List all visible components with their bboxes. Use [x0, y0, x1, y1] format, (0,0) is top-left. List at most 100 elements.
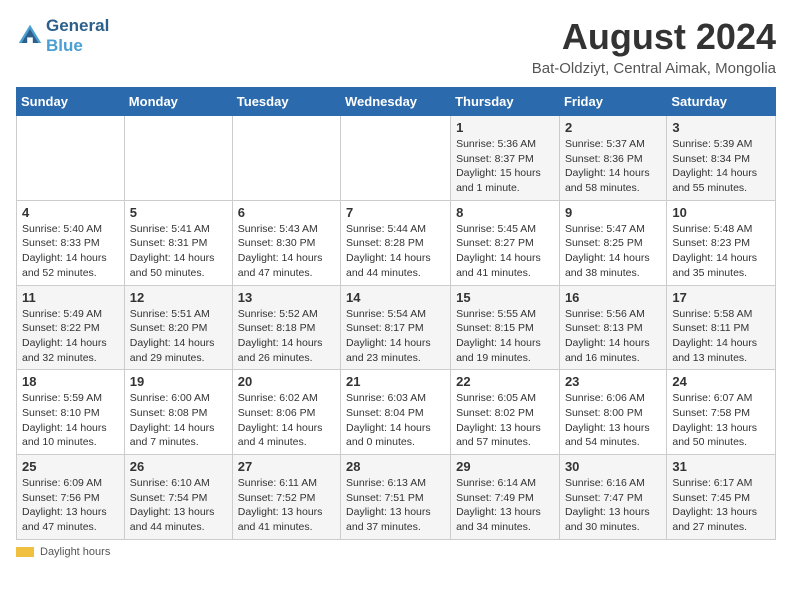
- week-row-4: 18Sunrise: 5:59 AM Sunset: 8:10 PM Dayli…: [17, 370, 776, 455]
- week-row-2: 4 Sunrise: 5:40 AM Sunset: 8:33 PM Daylig…: [17, 200, 776, 285]
- day-number-4: 4: [22, 205, 119, 220]
- day-number-7: 7: [346, 205, 445, 220]
- calendar-cell-2-2: 13 Sunrise: 5:52 AM Sunset: 8:18 PM Dayli…: [232, 285, 340, 370]
- calendar-cell-1-6: 10 Sunrise: 5:48 AM Sunset: 8:23 PM Dayli…: [667, 200, 776, 285]
- day-info-24: Sunrise: 6:07 AM Sunset: 7:58 PM Dayligh…: [672, 391, 770, 450]
- day-number-18: 18: [22, 374, 119, 389]
- day-number-3: 3: [672, 120, 770, 135]
- day-number-20: 20: [238, 374, 335, 389]
- weekday-header-sunday: Sunday: [17, 88, 125, 116]
- day-info-17: Sunrise: 5:58 AM Sunset: 8:11 PM Dayligh…: [672, 307, 770, 366]
- location-subtitle: Bat-Oldziyt, Central Aimak, Mongolia: [532, 60, 776, 77]
- calendar-cell-4-3: 28 Sunrise: 6:13 AM Sunset: 7:51 PM Dayli…: [341, 455, 451, 540]
- day-info-13: Sunrise: 5:52 AM Sunset: 8:18 PM Dayligh…: [238, 307, 335, 366]
- day-info-19: Sunrise: 6:00 AM Sunset: 8:08 PM Dayligh…: [130, 391, 227, 450]
- day-info-14: Sunrise: 5:54 AM Sunset: 8:17 PM Dayligh…: [346, 307, 445, 366]
- weekday-header-row: SundayMondayTuesdayWednesdayThursdayFrid…: [17, 88, 776, 116]
- weekday-header-friday: Friday: [559, 88, 666, 116]
- calendar-cell-2-0: 11 Sunrise: 5:49 AM Sunset: 8:22 PM Dayli…: [17, 285, 125, 370]
- day-number-12: 12: [130, 290, 227, 305]
- calendar-table: SundayMondayTuesdayWednesdayThursdayFrid…: [16, 87, 776, 540]
- day-number-23: 23: [565, 374, 661, 389]
- weekday-header-thursday: Thursday: [451, 88, 560, 116]
- day-info-29: Sunrise: 6:14 AM Sunset: 7:49 PM Dayligh…: [456, 476, 554, 535]
- calendar-cell-3-1: 19 Sunrise: 6:00 AM Sunset: 8:08 PM Dayli…: [124, 370, 232, 455]
- day-info-1: Sunrise: 5:36 AM Sunset: 8:37 PM Dayligh…: [456, 137, 554, 196]
- footer: Daylight hours: [16, 546, 776, 558]
- day-info-11: Sunrise: 5:49 AM Sunset: 8:22 PM Dayligh…: [22, 307, 119, 366]
- month-year-title: August 2024: [532, 16, 776, 58]
- day-number-19: 19: [130, 374, 227, 389]
- day-number-9: 9: [565, 205, 661, 220]
- day-number-16: 16: [565, 290, 661, 305]
- calendar-cell-3-6: 24Sunrise: 6:07 AM Sunset: 7:58 PM Dayli…: [667, 370, 776, 455]
- calendar-cell-1-5: 9 Sunrise: 5:47 AM Sunset: 8:25 PM Daylig…: [559, 200, 666, 285]
- day-info-20: Sunrise: 6:02 AM Sunset: 8:06 PM Dayligh…: [238, 391, 335, 450]
- calendar-cell-1-2: 6Sunrise: 5:43 AM Sunset: 8:30 PM Daylig…: [232, 200, 340, 285]
- calendar-cell-0-1: [124, 116, 232, 201]
- weekday-header-tuesday: Tuesday: [232, 88, 340, 116]
- calendar-cell-4-0: 25Sunrise: 6:09 AM Sunset: 7:56 PM Dayli…: [17, 455, 125, 540]
- day-info-9: Sunrise: 5:47 AM Sunset: 8:25 PM Dayligh…: [565, 222, 661, 281]
- day-number-25: 25: [22, 459, 119, 474]
- day-info-3: Sunrise: 5:39 AM Sunset: 8:34 PM Dayligh…: [672, 137, 770, 196]
- day-number-27: 27: [238, 459, 335, 474]
- logo-text-line2: Blue: [46, 36, 109, 56]
- day-number-17: 17: [672, 290, 770, 305]
- day-number-31: 31: [672, 459, 770, 474]
- day-number-11: 11: [22, 290, 119, 305]
- day-number-6: 6: [238, 205, 335, 220]
- day-number-2: 2: [565, 120, 661, 135]
- day-number-28: 28: [346, 459, 445, 474]
- day-info-12: Sunrise: 5:51 AM Sunset: 8:20 PM Dayligh…: [130, 307, 227, 366]
- calendar-cell-1-4: 8 Sunrise: 5:45 AM Sunset: 8:27 PM Daylig…: [451, 200, 560, 285]
- calendar-cell-2-6: 17 Sunrise: 5:58 AM Sunset: 8:11 PM Dayli…: [667, 285, 776, 370]
- logo-text-line1: General: [46, 16, 109, 36]
- day-info-10: Sunrise: 5:48 AM Sunset: 8:23 PM Dayligh…: [672, 222, 770, 281]
- calendar-cell-4-2: 27 Sunrise: 6:11 AM Sunset: 7:52 PM Dayli…: [232, 455, 340, 540]
- calendar-cell-1-3: 7 Sunrise: 5:44 AM Sunset: 8:28 PM Daylig…: [341, 200, 451, 285]
- calendar-cell-4-1: 26Sunrise: 6:10 AM Sunset: 7:54 PM Dayli…: [124, 455, 232, 540]
- calendar-cell-2-4: 15Sunrise: 5:55 AM Sunset: 8:15 PM Dayli…: [451, 285, 560, 370]
- day-info-7: Sunrise: 5:44 AM Sunset: 8:28 PM Dayligh…: [346, 222, 445, 281]
- day-info-30: Sunrise: 6:16 AM Sunset: 7:47 PM Dayligh…: [565, 476, 661, 535]
- day-number-8: 8: [456, 205, 554, 220]
- title-block: August 2024 Bat-Oldziyt, Central Aimak, …: [532, 16, 776, 77]
- day-number-26: 26: [130, 459, 227, 474]
- calendar-cell-4-6: 31Sunrise: 6:17 AM Sunset: 7:45 PM Dayli…: [667, 455, 776, 540]
- day-number-10: 10: [672, 205, 770, 220]
- calendar-cell-3-3: 21Sunrise: 6:03 AM Sunset: 8:04 PM Dayli…: [341, 370, 451, 455]
- weekday-header-saturday: Saturday: [667, 88, 776, 116]
- day-info-8: Sunrise: 5:45 AM Sunset: 8:27 PM Dayligh…: [456, 222, 554, 281]
- day-info-2: Sunrise: 5:37 AM Sunset: 8:36 PM Dayligh…: [565, 137, 661, 196]
- day-number-13: 13: [238, 290, 335, 305]
- page-header: General Blue August 2024 Bat-Oldziyt, Ce…: [16, 16, 776, 77]
- calendar-cell-1-1: 5 Sunrise: 5:41 AM Sunset: 8:31 PM Daylig…: [124, 200, 232, 285]
- day-info-27: Sunrise: 6:11 AM Sunset: 7:52 PM Dayligh…: [238, 476, 335, 535]
- calendar-cell-0-4: 1 Sunrise: 5:36 AM Sunset: 8:37 PM Daylig…: [451, 116, 560, 201]
- calendar-cell-2-1: 12 Sunrise: 5:51 AM Sunset: 8:20 PM Dayli…: [124, 285, 232, 370]
- calendar-cell-4-4: 29 Sunrise: 6:14 AM Sunset: 7:49 PM Dayli…: [451, 455, 560, 540]
- day-number-21: 21: [346, 374, 445, 389]
- day-info-4: Sunrise: 5:40 AM Sunset: 8:33 PM Dayligh…: [22, 222, 119, 281]
- calendar-cell-3-5: 23 Sunrise: 6:06 AM Sunset: 8:00 PM Dayli…: [559, 370, 666, 455]
- calendar-cell-2-5: 16Sunrise: 5:56 AM Sunset: 8:13 PM Dayli…: [559, 285, 666, 370]
- calendar-cell-0-3: [341, 116, 451, 201]
- day-info-23: Sunrise: 6:06 AM Sunset: 8:00 PM Dayligh…: [565, 391, 661, 450]
- day-info-5: Sunrise: 5:41 AM Sunset: 8:31 PM Dayligh…: [130, 222, 227, 281]
- calendar-cell-0-6: 3 Sunrise: 5:39 AM Sunset: 8:34 PM Daylig…: [667, 116, 776, 201]
- weekday-header-monday: Monday: [124, 88, 232, 116]
- day-info-15: Sunrise: 5:55 AM Sunset: 8:15 PM Dayligh…: [456, 307, 554, 366]
- day-number-14: 14: [346, 290, 445, 305]
- daylight-bar-icon: [16, 547, 34, 557]
- logo: General Blue: [16, 16, 109, 55]
- day-number-5: 5: [130, 205, 227, 220]
- calendar-cell-2-3: 14 Sunrise: 5:54 AM Sunset: 8:17 PM Dayli…: [341, 285, 451, 370]
- calendar-cell-0-0: [17, 116, 125, 201]
- week-row-1: 1 Sunrise: 5:36 AM Sunset: 8:37 PM Daylig…: [17, 116, 776, 201]
- day-number-1: 1: [456, 120, 554, 135]
- day-info-22: Sunrise: 6:05 AM Sunset: 8:02 PM Dayligh…: [456, 391, 554, 450]
- day-info-28: Sunrise: 6:13 AM Sunset: 7:51 PM Dayligh…: [346, 476, 445, 535]
- calendar-cell-1-0: 4 Sunrise: 5:40 AM Sunset: 8:33 PM Daylig…: [17, 200, 125, 285]
- day-number-29: 29: [456, 459, 554, 474]
